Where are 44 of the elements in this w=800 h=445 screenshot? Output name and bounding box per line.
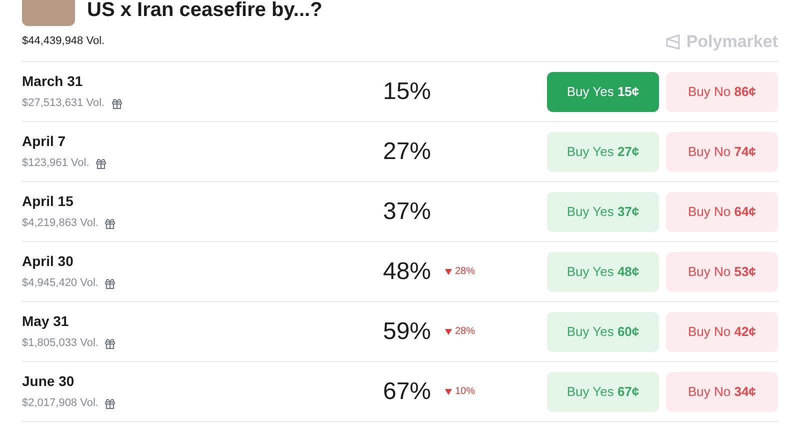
row-volume: $27,513,631 Vol. bbox=[22, 96, 105, 112]
row-volume: $4,945,420 Vol. bbox=[22, 276, 98, 292]
row-volume: $2,017,908 Vol. bbox=[22, 396, 98, 412]
chance-percent: 15% bbox=[382, 76, 432, 106]
market-title: US x Iran ceasefire by...? bbox=[87, 0, 322, 22]
buy-yes-button[interactable]: Buy Yes 60¢ bbox=[547, 312, 659, 352]
change-percent: 10% bbox=[455, 385, 476, 399]
gift-icon bbox=[104, 398, 116, 410]
total-volume: $44,439,948 Vol. bbox=[22, 34, 105, 50]
chance-percent: 59% bbox=[382, 316, 432, 346]
chance-percent: 48% bbox=[382, 256, 432, 286]
date-label: April 7 bbox=[22, 132, 67, 152]
row-volume: $123,961 Vol. bbox=[22, 156, 90, 172]
gift-icon bbox=[104, 338, 116, 350]
buy-yes-button[interactable]: Buy Yes 27¢ bbox=[547, 132, 659, 172]
chance-percent: 67% bbox=[382, 376, 432, 406]
buy-no-button[interactable]: Buy No 64¢ bbox=[666, 192, 778, 232]
logo-icon bbox=[664, 32, 682, 50]
date-label: May 31 bbox=[22, 312, 70, 332]
gift-icon bbox=[104, 278, 116, 290]
change-percent: 28% bbox=[455, 325, 476, 339]
change-percent: 28% bbox=[455, 265, 476, 279]
buy-yes-button[interactable]: Buy Yes 37¢ bbox=[547, 192, 659, 232]
buy-no-button[interactable]: Buy No 86¢ bbox=[666, 72, 778, 112]
buy-no-button[interactable]: Buy No 34¢ bbox=[666, 372, 778, 412]
date-label: March 31 bbox=[22, 72, 84, 92]
buy-yes-button[interactable]: Buy Yes 67¢ bbox=[547, 372, 659, 412]
buy-no-button[interactable]: Buy No 74¢ bbox=[666, 132, 778, 172]
buy-no-button[interactable]: Buy No 42¢ bbox=[666, 312, 778, 352]
date-label: April 30 bbox=[22, 252, 74, 272]
row-volume: $1,805,033 Vol. bbox=[22, 336, 98, 352]
gift-icon bbox=[110, 98, 123, 110]
gift-icon bbox=[104, 218, 116, 230]
buy-yes-button[interactable]: Buy Yes 15¢ bbox=[547, 72, 659, 112]
photo-placeholder bbox=[22, 0, 75, 26]
brand-name: Polymarket bbox=[686, 30, 778, 53]
date-label: April 15 bbox=[22, 192, 74, 212]
chance-percent: 37% bbox=[382, 196, 432, 226]
gift-icon bbox=[95, 158, 108, 170]
row-volume: $4,219,863 Vol. bbox=[22, 216, 98, 232]
buy-no-button[interactable]: Buy No 53¢ bbox=[666, 252, 778, 292]
date-label: June 30 bbox=[22, 372, 76, 392]
chance-percent: 27% bbox=[382, 136, 432, 166]
buy-yes-button[interactable]: Buy Yes 48¢ bbox=[547, 252, 659, 292]
